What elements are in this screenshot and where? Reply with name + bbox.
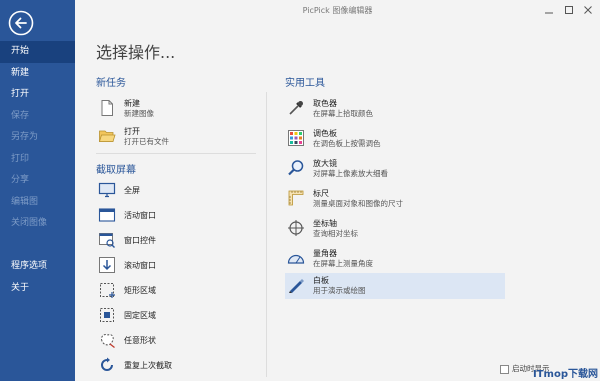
close-icon[interactable]	[581, 3, 595, 17]
repeat-capture-icon	[101, 357, 113, 371]
window-control-icon	[99, 233, 115, 248]
eyedropper-icon	[289, 101, 303, 115]
title-bar: PicPick 图像编辑器	[75, 0, 600, 20]
cmd-open-desc: 打开已有文件	[124, 137, 169, 146]
freehand-shape-icon	[101, 334, 115, 349]
sidebar-item-share[interactable]: 分享	[0, 170, 75, 192]
rectangle-region-icon	[100, 283, 115, 298]
cmd-ruler-desc: 测量桌面对象和图像的尺寸	[313, 199, 403, 208]
protractor-icon	[287, 254, 305, 264]
magnifier-icon	[288, 160, 304, 176]
cmd-freehand[interactable]: 任意形状	[96, 328, 316, 354]
cmd-repeat-capture-label: 重复上次截取	[124, 361, 172, 370]
sidebar-item-edit[interactable]: 编辑图	[0, 192, 75, 214]
scrolling-window-icon	[99, 257, 115, 273]
active-window-icon	[98, 208, 116, 222]
cmd-active-window-label: 活动窗口	[124, 211, 156, 220]
whiteboard-pen-icon	[289, 279, 304, 293]
cmd-new-desc: 新建图像	[124, 109, 154, 118]
cmd-color-picker-desc: 在屏幕上拾取颜色	[313, 109, 373, 118]
section-tools: 实用工具	[285, 78, 325, 89]
cmd-protractor[interactable]: 量角器 在屏幕上测量角度	[285, 246, 505, 272]
minimize-icon[interactable]	[542, 3, 556, 17]
sidebar-item-start[interactable]: 开始	[0, 41, 75, 63]
monitor-icon	[98, 182, 116, 198]
ruler-icon	[288, 190, 304, 206]
cmd-whiteboard[interactable]: 白板 用于演示或绘图	[285, 273, 505, 299]
sidebar-item-open[interactable]: 打开	[0, 84, 75, 106]
cmd-fixed-region[interactable]: 固定区域	[96, 303, 316, 329]
cmd-color-palette[interactable]: 调色板 在调色板上按需调色	[285, 126, 505, 152]
sidebar: 开始 新建 打开 保存 另存为 打印 分享 编辑图 关闭图像 程序选项 关于	[0, 0, 75, 381]
section-divider	[96, 153, 256, 154]
cmd-new[interactable]: 新建 新建图像	[96, 96, 316, 122]
watermark-logo: ITmop下载网	[533, 369, 598, 380]
cmd-open[interactable]: 打开 打开已有文件	[96, 124, 316, 150]
cmd-protractor-desc: 在屏幕上测量角度	[313, 259, 373, 268]
cmd-rectangle-region-label: 矩形区域	[124, 286, 156, 295]
open-folder-icon	[98, 130, 116, 142]
cmd-scrolling-window[interactable]: 滚动窗口	[96, 253, 316, 279]
startup-checkbox[interactable]	[500, 364, 509, 374]
sidebar-nav: 开始 新建 打开 保存 另存为 打印 分享 编辑图 关闭图像 程序选项 关于	[0, 41, 75, 299]
cmd-magnifier-desc: 对屏幕上像素放大细看	[313, 169, 388, 178]
cmd-window-control[interactable]: 窗口控件	[96, 228, 316, 254]
column-divider	[266, 92, 267, 377]
crosshair-icon	[288, 220, 304, 236]
cmd-scrolling-window-label: 滚动窗口	[124, 261, 156, 270]
cmd-rectangle-region[interactable]: 矩形区域	[96, 278, 316, 304]
fixed-region-icon	[100, 308, 114, 322]
section-new-task: 新任务	[96, 78, 126, 89]
cmd-fixed-region-label: 固定区域	[124, 311, 156, 320]
cmd-crosshair-desc: 查询相对坐标	[313, 229, 358, 238]
cmd-color-picker[interactable]: 取色器 在屏幕上拾取颜色	[285, 96, 505, 122]
cmd-freehand-label: 任意形状	[124, 336, 156, 345]
cmd-active-window[interactable]: 活动窗口	[96, 203, 316, 229]
sidebar-item-save[interactable]: 保存	[0, 106, 75, 128]
sidebar-item-print[interactable]: 打印	[0, 149, 75, 171]
cmd-whiteboard-desc: 用于演示或绘图	[313, 286, 366, 295]
cmd-fullscreen[interactable]: 全屏	[96, 178, 316, 204]
sidebar-item-options[interactable]: 程序选项	[0, 256, 75, 278]
back-arrow-icon[interactable]	[8, 10, 34, 36]
sidebar-item-close-image[interactable]: 关闭图像	[0, 213, 75, 235]
cmd-window-control-label: 窗口控件	[124, 236, 156, 245]
cmd-magnifier[interactable]: 放大镜 对屏幕上像素放大细看	[285, 156, 505, 182]
sidebar-item-about[interactable]: 关于	[0, 278, 75, 300]
maximize-icon[interactable]	[562, 3, 576, 17]
section-capture: 截取屏幕	[96, 165, 136, 176]
window-title: PicPick 图像编辑器	[302, 6, 373, 15]
cmd-repeat-capture[interactable]: 重复上次截取	[96, 353, 316, 379]
sidebar-item-save-as[interactable]: 另存为	[0, 127, 75, 149]
color-palette-icon	[288, 130, 304, 146]
cmd-color-palette-desc: 在调色板上按需调色	[313, 139, 381, 148]
main-panel: 选择操作... 新任务 新建 新建图像 打开 打开已有文件 截取屏幕 全屏 活动…	[75, 20, 600, 381]
cmd-fullscreen-label: 全屏	[124, 186, 140, 195]
cmd-ruler[interactable]: 标尺 测量桌面对象和图像的尺寸	[285, 186, 505, 212]
cmd-crosshair[interactable]: 坐标轴 查询相对坐标	[285, 216, 505, 242]
sidebar-item-new[interactable]: 新建	[0, 63, 75, 85]
new-document-icon	[101, 100, 113, 116]
page-title: 选择操作...	[96, 43, 176, 62]
